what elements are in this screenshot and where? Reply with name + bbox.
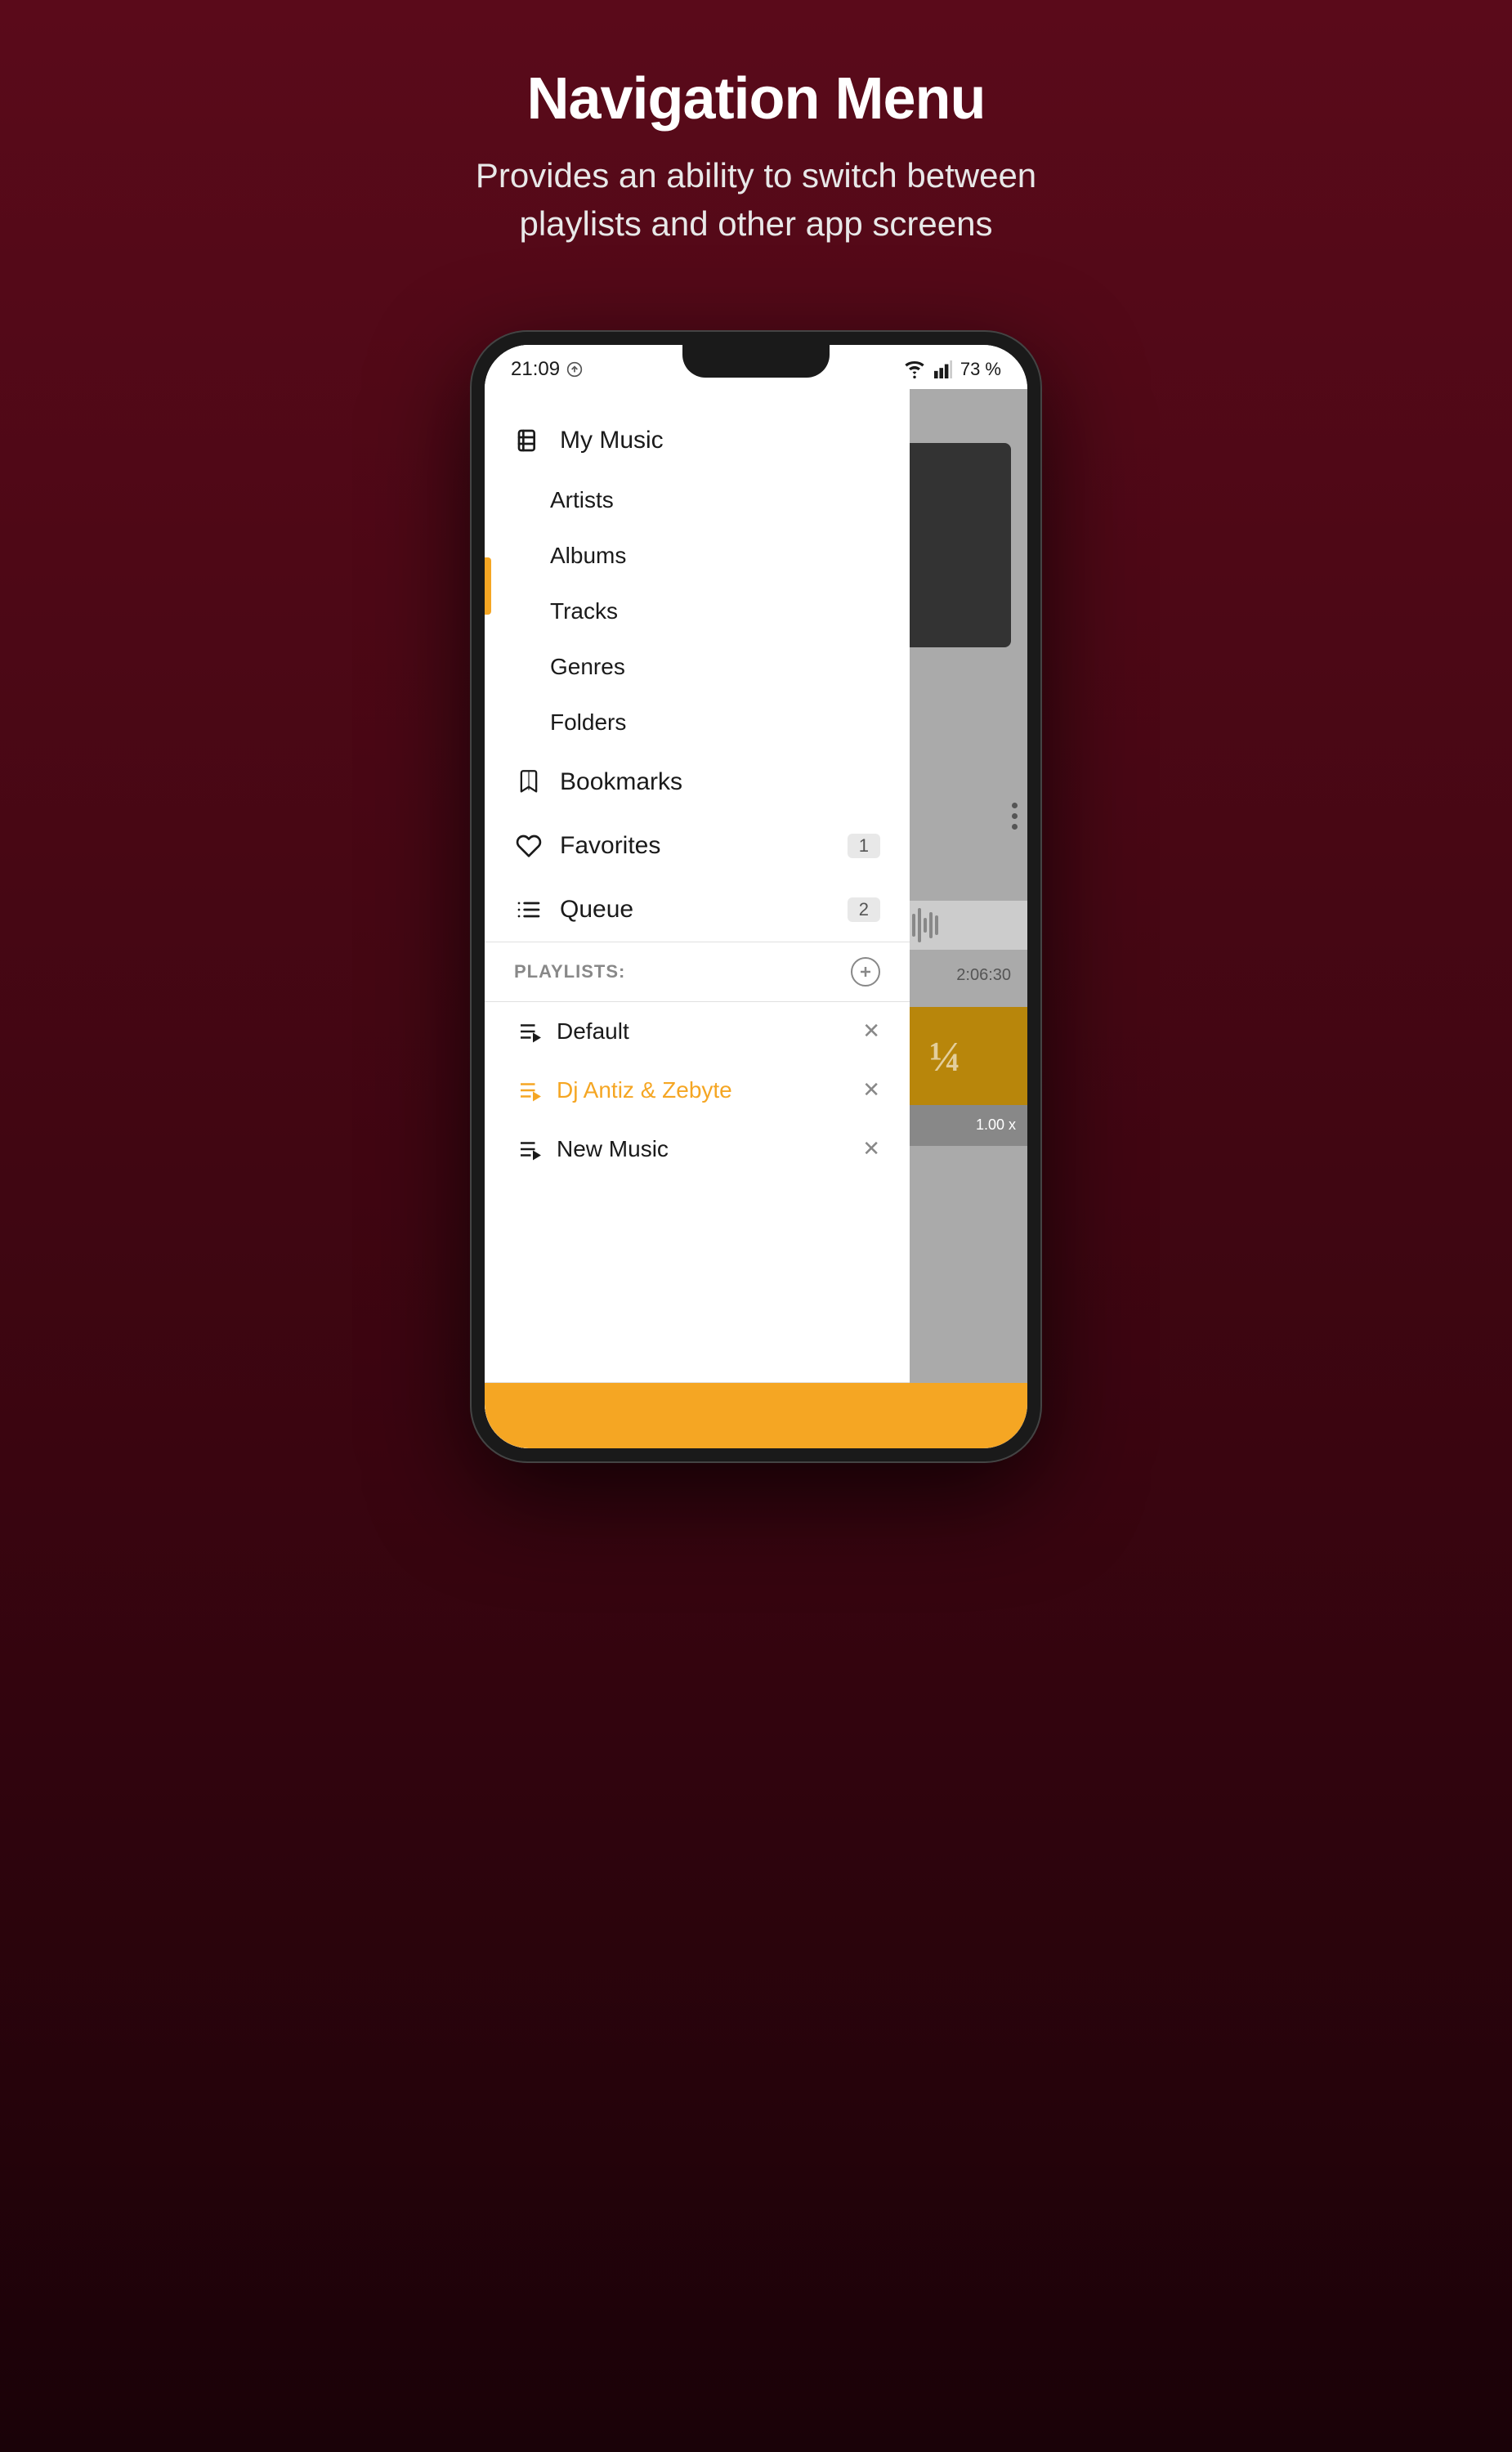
remove-playlist-dj-antiz-icon[interactable]: ✕ [862,1077,880,1103]
phone-notch [682,345,830,378]
playlists-section-header: PLAYLISTS: [485,942,910,1002]
active-indicator [485,557,491,615]
bottom-nav-bar [485,1383,1027,1448]
svg-text:¼: ¼ [929,1034,961,1081]
signal-icon [934,360,952,378]
playlist-icon-large: ¼ [921,1031,970,1081]
playlist-active-icon [514,1078,544,1103]
menu-item-artists[interactable]: Artists [485,472,910,528]
playlist-item-default[interactable]: Default ✕ [485,1002,910,1061]
menu-items-list: Home My Music Ar [485,345,910,942]
heart-icon [514,833,544,859]
queue-badge: 2 [848,897,880,922]
status-time: 21:09 [511,358,583,381]
playlists-label: PLAYLISTS: [514,961,838,982]
artists-label: Artists [550,487,614,513]
playlist-default-name: Default [557,1018,849,1045]
playlist-item-new-music[interactable]: New Music ✕ [485,1120,910,1179]
menu-item-favorites[interactable]: Favorites 1 [485,814,910,878]
menu-item-genres[interactable]: Genres [485,639,910,695]
queue-label: Queue [560,896,633,924]
status-icons: 73 % [903,359,1001,380]
phone-mockup: 21:09 [470,330,1042,1463]
album-art [897,443,1011,647]
queue-icon [514,897,544,923]
remove-playlist-default-icon[interactable]: ✕ [862,1018,880,1044]
playlist-item-dj-antiz[interactable]: Dj Antiz & Zebyte ✕ [485,1061,910,1120]
menu-item-folders[interactable]: Folders [485,695,910,750]
playback-time: 2:06:30 [956,966,1011,985]
navigation-menu: Home My Music Ar [485,345,910,1448]
playlist-icon [514,1019,544,1044]
more-options-icon [1012,803,1018,830]
menu-item-albums[interactable]: Albums [485,528,910,584]
music-library-icon [514,427,544,454]
menu-item-queue[interactable]: Queue 2 [485,878,910,942]
page-title: Navigation Menu [526,65,985,132]
playlist-dj-antiz-name: Dj Antiz & Zebyte [557,1077,849,1103]
folders-label: Folders [550,709,626,736]
tracks-label: Tracks [550,598,618,624]
albums-label: Albums [550,543,626,569]
remove-playlist-new-music-icon[interactable]: ✕ [862,1136,880,1161]
nav-icon [566,361,583,378]
my-music-label: My Music [560,427,664,454]
bookmark-icon [514,769,544,795]
page-subtitle: Provides an ability to switch betweenpla… [476,152,1036,248]
phone-screen: 21:09 [485,345,1027,1448]
menu-item-tracks[interactable]: Tracks [485,584,910,639]
bookmarks-label: Bookmarks [560,768,682,796]
wifi-icon [903,360,926,378]
menu-item-my-music[interactable]: My Music [485,409,910,472]
playlist-new-music-name: New Music [557,1136,849,1162]
favorites-badge: 1 [848,834,880,858]
add-playlist-button[interactable] [851,957,880,987]
playlist-new-icon [514,1137,544,1161]
menu-item-bookmarks[interactable]: Bookmarks [485,750,910,814]
genres-label: Genres [550,654,625,680]
favorites-label: Favorites [560,832,660,860]
battery-text: 73 % [960,359,1001,380]
